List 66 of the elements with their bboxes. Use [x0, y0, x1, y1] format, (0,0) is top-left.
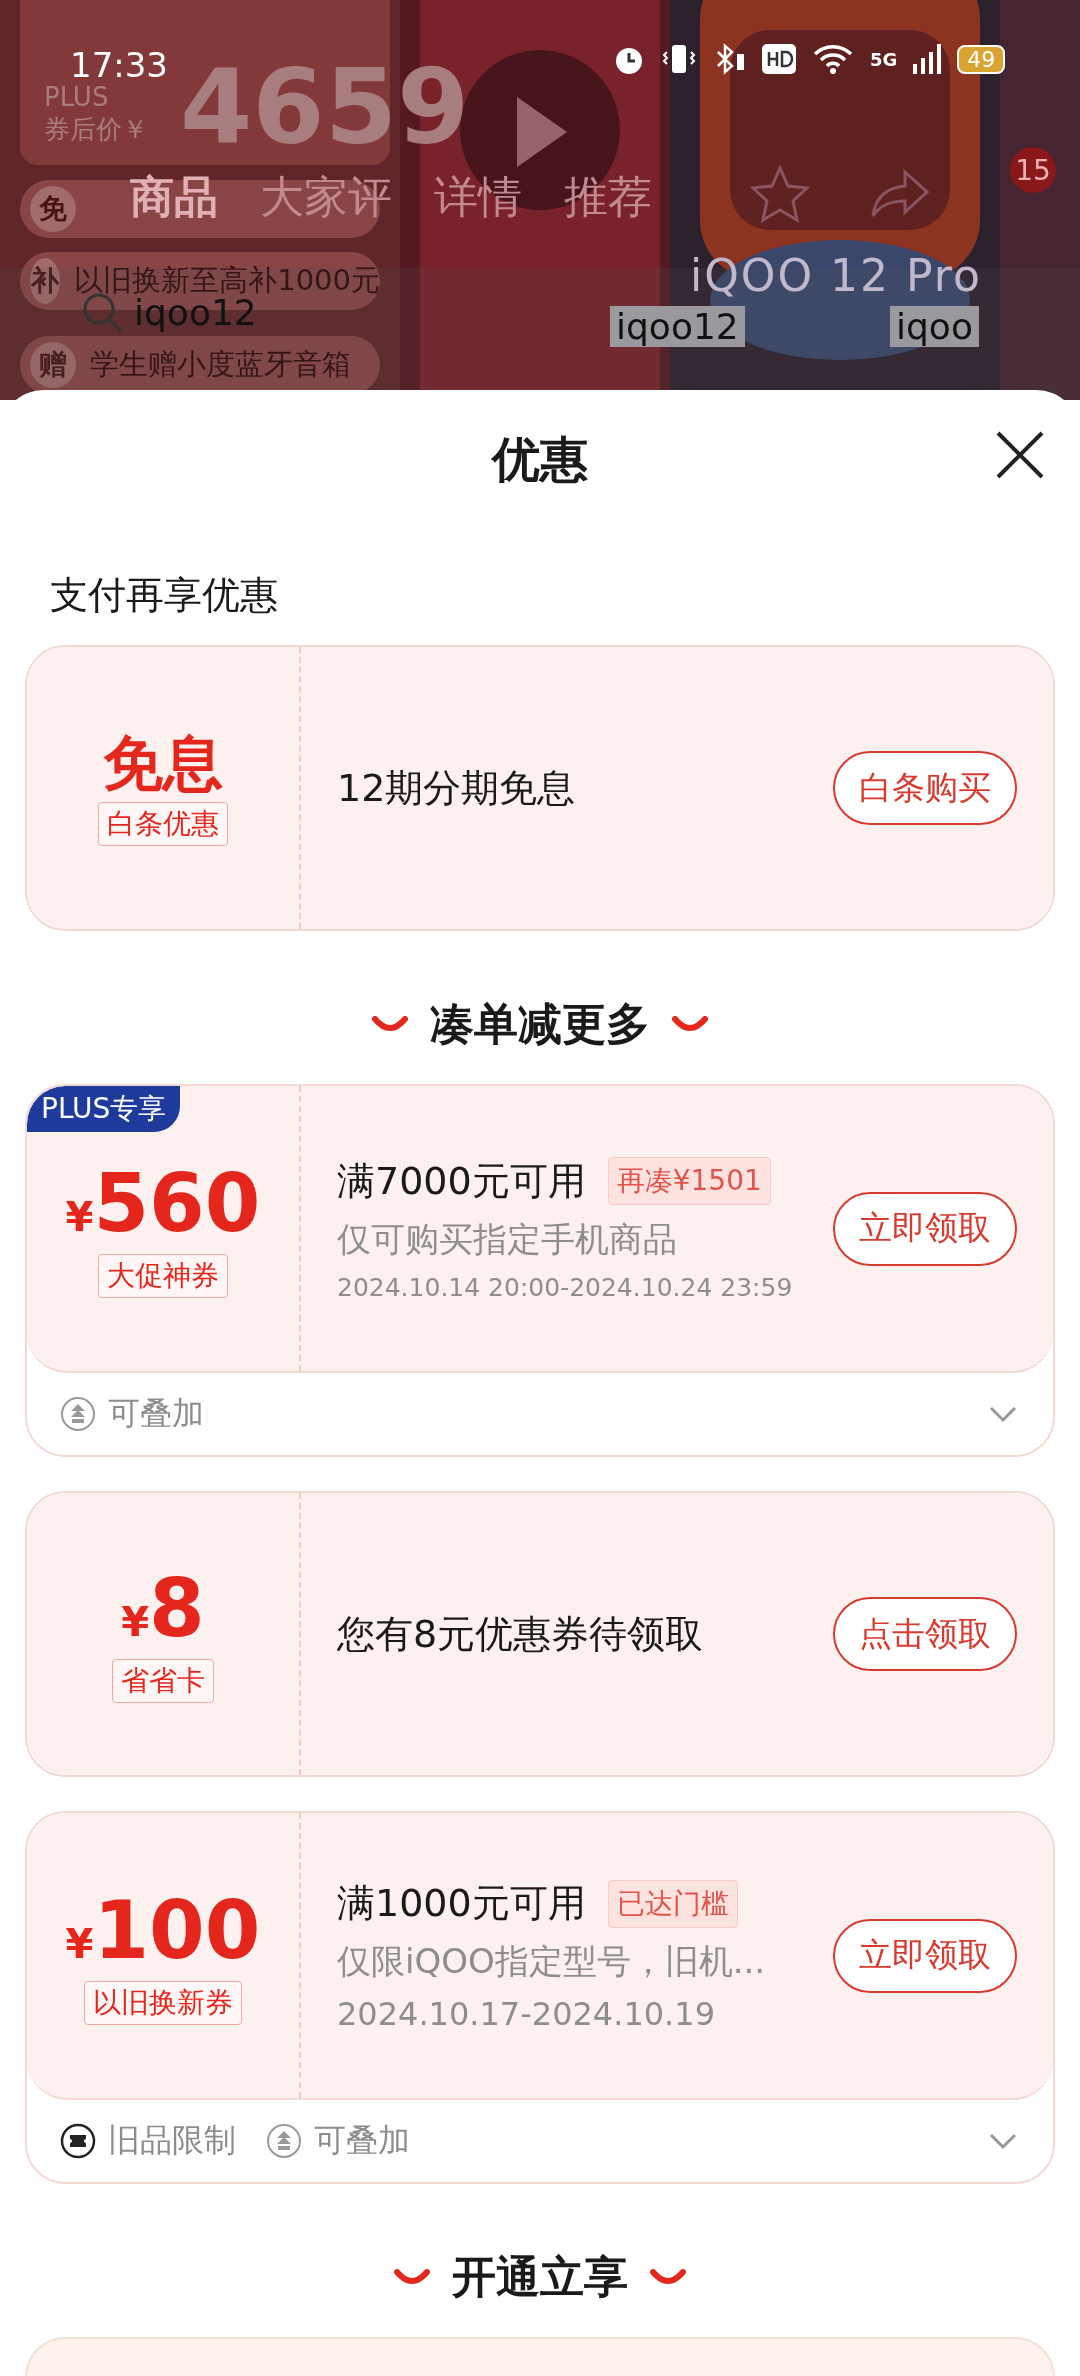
stack-icon — [60, 1396, 96, 1432]
star-icon[interactable] — [750, 165, 810, 223]
search-suggestion[interactable]: iqoo12 — [610, 306, 745, 347]
smile-mark-icon — [650, 2268, 686, 2287]
validity-period: 2024.10.17-2024.10.19 — [337, 1995, 716, 2033]
coupon-amount: 8 — [149, 1565, 205, 1653]
vibrate-icon — [662, 42, 696, 76]
signal-icon — [913, 44, 942, 74]
promo-tag: 赠 — [30, 342, 76, 388]
promo-tag: 免 — [30, 186, 76, 232]
coupon-title: 12期分期免息 — [337, 764, 576, 812]
smile-mark-icon — [672, 1015, 708, 1034]
claim-button[interactable]: 点击领取 — [833, 1597, 1017, 1671]
chevron-down-icon[interactable] — [988, 1405, 1018, 1423]
product-name: iQOO 12 Pro — [690, 250, 982, 301]
section-heading: 凑单减更多 — [430, 997, 650, 1051]
coupon-amount: 560 — [93, 1159, 261, 1248]
sheet-title: 优惠 — [492, 430, 588, 489]
coupon-feature: 旧品限制 — [60, 2119, 236, 2163]
hd-icon — [762, 44, 796, 74]
smile-mark-icon — [394, 2268, 430, 2287]
coupon-title: 您有8元优惠券待领取 — [337, 1610, 704, 1658]
plus-label: PLUS — [44, 82, 110, 112]
coupon-label: 大促神券 — [98, 1253, 228, 1298]
coupon-label: 以旧换新券 — [84, 1980, 242, 2025]
promo-tag: 补 — [30, 258, 61, 304]
coupon-feature: 可叠加 — [60, 1392, 204, 1436]
coupon-feature: 可叠加 — [266, 2119, 410, 2163]
status-time: 17:33 — [70, 45, 168, 85]
coupon-tag: 已达门槛 — [607, 1879, 738, 1928]
coupon-description: 仅限iQOO指定型号，旧机... — [337, 1940, 767, 1983]
coupon-title: 满7000元可用 — [337, 1157, 586, 1205]
battery-indicator: 49 — [957, 44, 1006, 74]
product-price: 4659 — [180, 50, 470, 165]
page-tab[interactable]: 商品 — [130, 168, 218, 227]
promo-text: 以旧换新至高补1000元 — [74, 262, 380, 298]
currency-sign: ¥ — [121, 1599, 150, 1645]
claim-button[interactable]: 白条购买 — [833, 751, 1017, 825]
ticket-icon — [60, 2123, 96, 2159]
share-icon[interactable] — [870, 169, 930, 219]
currency-sign: ¥ — [65, 1920, 94, 1967]
page-tab[interactable]: 详情 — [434, 168, 522, 227]
stack-icon — [266, 2123, 302, 2159]
price-prefix: 券后价￥ — [44, 113, 148, 146]
page-tab[interactable]: 大家评 — [260, 168, 392, 227]
section-heading: 开通立享 — [452, 2250, 628, 2304]
coupon-label: 白条优惠 — [98, 802, 228, 846]
coupon-tag: 再凑¥1501 — [607, 1157, 771, 1205]
coupon-amount: 100 — [93, 1886, 261, 1975]
network-type: 5G — [870, 48, 898, 70]
coupon-title: 满1000元可用 — [337, 1880, 586, 1927]
plus-badge: PLUS专享 — [27, 1086, 181, 1132]
claim-button[interactable]: 立即领取 — [833, 1918, 1017, 1993]
currency-sign: ¥ — [65, 1193, 94, 1240]
claim-button[interactable]: 立即领取 — [833, 1191, 1017, 1266]
search-suggestion[interactable]: iqoo — [890, 306, 979, 347]
promo-text: 学生赠小度蓝牙音箱 — [90, 346, 351, 383]
page-tab[interactable]: 推荐 — [564, 168, 652, 227]
section-heading: 支付再享优惠 — [49, 572, 279, 619]
coupon-amount: 免息 — [103, 730, 223, 796]
smile-mark-icon — [372, 1015, 408, 1034]
wifi-icon — [812, 42, 854, 76]
coupon-description: 仅可购买指定手机商品 — [337, 1217, 678, 1261]
validity-period: 2024.10.14 20:00-2024.10.24 23:59 — [337, 1272, 794, 1302]
coupon-label: 省省卡 — [112, 1659, 214, 1703]
chevron-down-icon[interactable] — [988, 2132, 1018, 2150]
